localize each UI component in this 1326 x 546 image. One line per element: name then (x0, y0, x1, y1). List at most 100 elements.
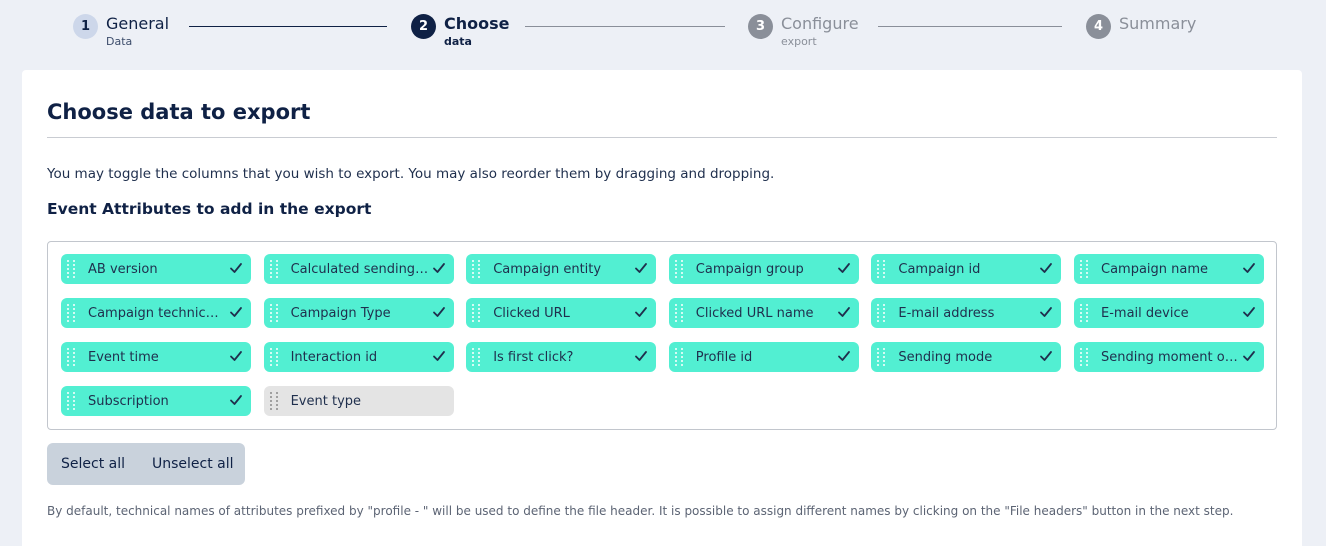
attribute-label: E-mail address (898, 305, 995, 321)
drag-handle-icon[interactable] (67, 303, 75, 323)
divider (47, 137, 1277, 138)
drag-handle-icon[interactable] (674, 303, 683, 323)
attribute-chip[interactable]: Campaign group (668, 254, 859, 284)
attribute-chip[interactable]: Clicked URL name (668, 298, 859, 328)
drag-handle-icon[interactable] (877, 303, 886, 323)
attribute-chip[interactable]: Campaign id (871, 254, 1062, 284)
check-icon (230, 351, 242, 361)
attribute-chip[interactable]: Campaign Type (263, 298, 454, 328)
step-connector (189, 26, 387, 27)
step-general[interactable]: 1 General Data (73, 14, 169, 47)
attributes-list: AB version Calculated sending … Campaign e… (47, 241, 1277, 430)
attribute-chip[interactable]: Event time (61, 342, 251, 372)
drag-handle-icon[interactable] (269, 259, 278, 279)
step-title: Configure (781, 14, 859, 33)
drag-handle-icon[interactable] (269, 303, 278, 323)
export-stepper: 1 General Data 2 Choose data 3 Configure… (0, 0, 1326, 70)
drag-handle-icon[interactable] (269, 347, 278, 367)
drag-handle-icon[interactable] (472, 259, 481, 279)
attribute-chip[interactable]: E-mail address (871, 298, 1062, 328)
attribute-label: Event time (88, 349, 159, 365)
step-title: Summary (1119, 14, 1197, 33)
attribute-chip[interactable]: Campaign entity (466, 254, 657, 284)
step-number: 4 (1086, 14, 1111, 39)
attribute-label: AB version (88, 261, 158, 277)
check-icon (1243, 351, 1255, 361)
attribute-label: Campaign group (695, 261, 804, 277)
attribute-chip[interactable]: Interaction id (263, 342, 454, 372)
drag-handle-icon[interactable] (472, 303, 481, 323)
step-choose[interactable]: 2 Choose data (411, 14, 510, 47)
attribute-label: Campaign entity (493, 261, 602, 277)
step-summary[interactable]: 4 Summary (1086, 14, 1196, 39)
page-title: Choose data to export (47, 100, 311, 124)
drag-handle-icon[interactable] (67, 259, 75, 279)
page-description: You may toggle the columns that you wish… (47, 166, 775, 182)
check-icon (635, 307, 648, 317)
selection-button-group: Select all Unselect all (47, 443, 245, 485)
drag-handle-icon[interactable] (472, 347, 481, 367)
attribute-chip[interactable]: AB version (61, 254, 251, 284)
drag-handle-icon[interactable] (877, 347, 886, 367)
drag-handle-icon[interactable] (1080, 303, 1088, 323)
attribute-chip[interactable]: Sending moment op… (1074, 342, 1264, 372)
attribute-chip[interactable]: Sending mode (871, 342, 1062, 372)
check-icon (230, 395, 242, 405)
step-connector (878, 26, 1062, 27)
check-icon (837, 263, 850, 273)
check-icon (837, 307, 850, 317)
drag-handle-icon[interactable] (674, 259, 683, 279)
check-icon (432, 263, 445, 273)
attribute-chip[interactable]: Campaign name (1074, 254, 1264, 284)
check-icon (635, 351, 648, 361)
attribute-label: Clicked URL (493, 305, 570, 321)
attribute-chip[interactable]: Event type (263, 386, 454, 416)
check-icon (230, 263, 242, 273)
drag-handle-icon[interactable] (1080, 347, 1088, 367)
attribute-chip[interactable]: E-mail device (1074, 298, 1264, 328)
unselect-all-button[interactable]: Unselect all (152, 456, 234, 472)
step-title: General (106, 14, 170, 33)
step-title: Choose (444, 14, 510, 33)
attribute-chip[interactable]: Profile id (668, 342, 859, 372)
attribute-label: Clicked URL name (695, 305, 814, 321)
step-subtitle: Data (106, 35, 133, 48)
step-connector (525, 26, 725, 27)
select-all-button[interactable]: Select all (61, 456, 125, 472)
check-icon (432, 351, 445, 361)
attribute-chip[interactable]: Campaign technical… (61, 298, 251, 328)
attribute-chip[interactable]: Calculated sending … (263, 254, 454, 284)
attribute-label: Sending moment op… (1101, 349, 1239, 365)
drag-handle-icon[interactable] (1080, 259, 1088, 279)
drag-handle-icon[interactable] (674, 347, 683, 367)
step-configure[interactable]: 3 Configure export (748, 14, 859, 47)
export-card: Choose data to export You may toggle the… (22, 70, 1302, 546)
attribute-label: Campaign id (898, 261, 981, 277)
drag-handle-icon[interactable] (67, 391, 75, 411)
step-number: 3 (748, 14, 773, 39)
attribute-label: Event type (290, 393, 362, 409)
step-subtitle: export (781, 35, 817, 48)
attribute-chip[interactable]: Subscription (61, 386, 251, 416)
section-title: Event Attributes to add in the export (47, 200, 372, 218)
attribute-chip[interactable]: Is first click? (466, 342, 657, 372)
drag-handle-icon[interactable] (269, 391, 278, 411)
attribute-label: Campaign Type (290, 305, 391, 321)
attribute-label: Campaign name (1101, 261, 1209, 277)
check-icon (837, 351, 850, 361)
check-icon (1040, 351, 1053, 361)
drag-handle-icon[interactable] (877, 259, 886, 279)
drag-handle-icon[interactable] (67, 347, 75, 367)
check-icon (635, 263, 648, 273)
check-icon (1040, 263, 1053, 273)
attribute-label: Interaction id (290, 349, 378, 365)
attribute-label: Subscription (88, 393, 169, 409)
check-icon (1243, 263, 1255, 273)
file-header-note: By default, technical names of attribute… (47, 504, 1234, 518)
check-icon (432, 307, 445, 317)
check-icon (1243, 307, 1255, 317)
attribute-label: Profile id (695, 349, 753, 365)
check-icon (1040, 307, 1053, 317)
attribute-chip[interactable]: Clicked URL (466, 298, 657, 328)
attribute-label: Campaign technical… (88, 305, 226, 321)
